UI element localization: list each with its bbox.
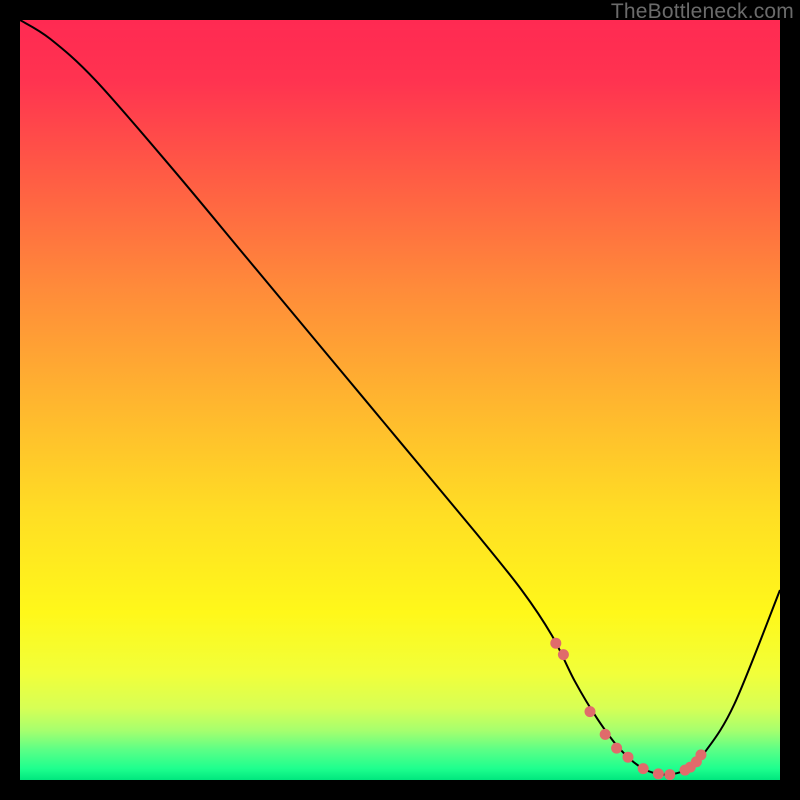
highlight-dot bbox=[664, 769, 675, 780]
highlight-dot bbox=[695, 749, 706, 760]
chart-stage: TheBottleneck.com bbox=[0, 0, 800, 800]
highlight-dot bbox=[600, 729, 611, 740]
watermark-text: TheBottleneck.com bbox=[611, 0, 794, 24]
highlight-dot bbox=[585, 706, 596, 717]
gradient-background bbox=[20, 20, 780, 780]
highlight-dot bbox=[638, 763, 649, 774]
highlight-dot bbox=[550, 638, 561, 649]
highlight-dot bbox=[611, 743, 622, 754]
highlight-dot bbox=[558, 649, 569, 660]
bottleneck-chart bbox=[20, 20, 780, 780]
highlight-dot bbox=[623, 752, 634, 763]
highlight-dot bbox=[653, 768, 664, 779]
